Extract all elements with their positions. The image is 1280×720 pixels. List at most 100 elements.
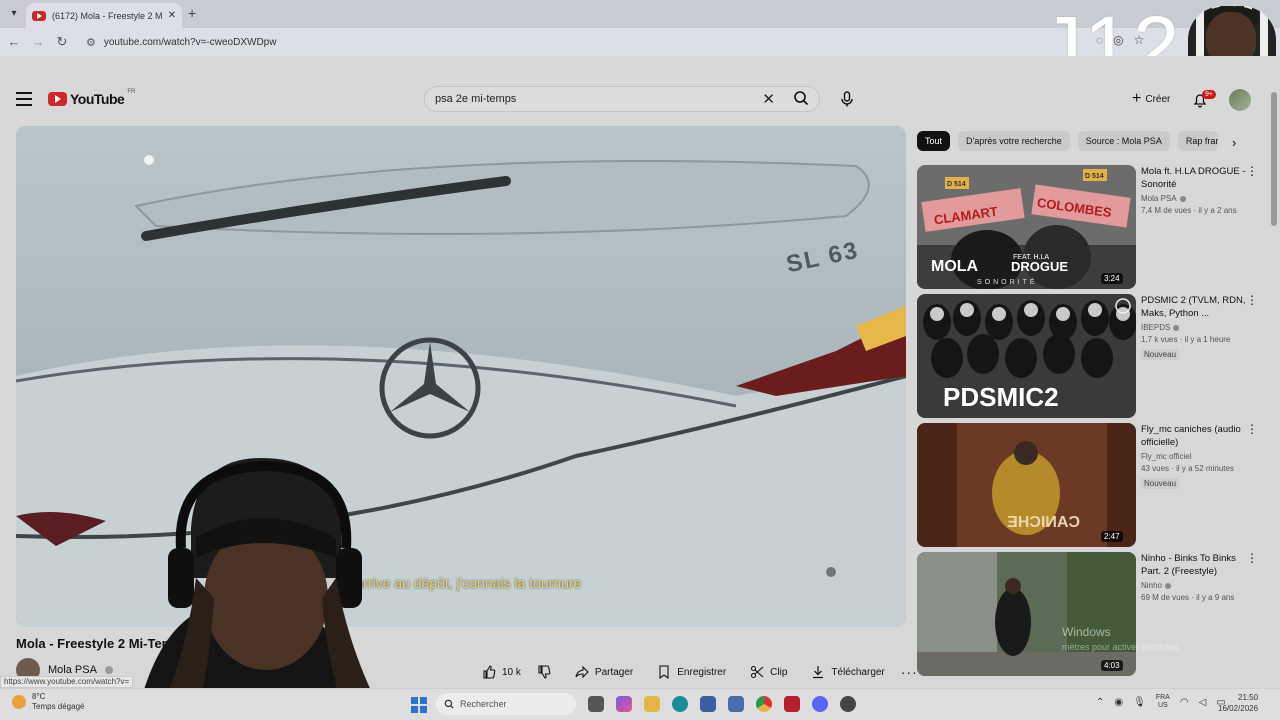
recommendation-title[interactable]: PDSMIC 2 (TVLM, RDN, Maks, Python ... (1141, 294, 1251, 320)
more-options-icon[interactable]: ⋮ (1246, 165, 1258, 177)
network-icon[interactable]: ◉ (1114, 697, 1123, 708)
microphone-icon[interactable] (838, 90, 856, 108)
recommendation-title[interactable]: Ninho - Binks To Binks Part. 2 (Freestyl… (1141, 552, 1251, 578)
app-icon[interactable] (840, 696, 856, 712)
windows-start-icon[interactable] (411, 697, 427, 713)
chrome-browser-icon[interactable] (756, 696, 772, 712)
recommendation-info: Fly_mc caniches (audio officielle) Fly_m… (1141, 423, 1251, 491)
plus-icon: + (1132, 90, 1142, 107)
microphone-tray-icon[interactable]: 🎙 (1133, 697, 1146, 708)
recommendation-meta: 69 M de vues · il y a 9 ans (1141, 593, 1235, 602)
url-text: youtube.com/watch?v=-cweoDXWDpw (103, 36, 277, 48)
download-label: Télécharger (831, 666, 885, 678)
windows-activation-watermark: Windows (1062, 625, 1111, 639)
save-label: Enregistrer (677, 666, 727, 678)
mail-icon[interactable] (728, 696, 744, 712)
recommendation-item[interactable]: CANICHE 2:47 Fly_mc caniches (audio offi… (917, 423, 1267, 547)
recommendation-item[interactable]: PDSMIC2 PDSMIC 2 (TVLM, RDN, Maks, Pytho… (917, 294, 1267, 418)
taskbar-clock[interactable]: 21:50 16/02/2026 (1218, 692, 1258, 714)
share-button[interactable]: Partager (567, 662, 641, 682)
forward-arrow-icon[interactable]: → (30, 34, 46, 49)
recommendation-channel[interactable]: IBEPDS (1141, 323, 1170, 332)
edge-browser-icon[interactable] (672, 696, 688, 712)
recommendation-info: Ninho - Binks To Binks Part. 2 (Freestyl… (1141, 552, 1251, 602)
reload-icon[interactable]: ↻ (54, 34, 70, 50)
store-icon[interactable] (700, 696, 716, 712)
copilot-icon[interactable] (616, 696, 632, 712)
search-icon[interactable] (793, 90, 809, 106)
recommendation-info: Mola ft. H.LA DROGUE - Sonorité Mola PSA… (1141, 165, 1251, 215)
video-thumbnail[interactable]: CANICHE (917, 423, 1136, 547)
site-info-icon[interactable]: ⚙ (86, 36, 96, 49)
more-options-icon[interactable]: ⋮ (1246, 552, 1258, 564)
search-icon (444, 699, 454, 709)
chip-source[interactable]: Source : Mola PSA (1077, 131, 1170, 151)
recommendation-channel-row: Ninho (1141, 581, 1251, 590)
thumb-text-d514-left: D 514 (947, 181, 966, 188)
search-input[interactable]: psa 2e mi-temps ✕ (424, 86, 820, 112)
wifi-icon[interactable]: ◠ (1180, 697, 1189, 708)
file-explorer-icon[interactable] (644, 696, 660, 712)
taskbar-search[interactable]: Rechercher (436, 693, 576, 715)
new-tab-plus-icon[interactable]: + (188, 5, 196, 21)
lang-primary: FRA (1155, 694, 1170, 701)
thumb-text-drogue: DROGUE (1011, 259, 1068, 274)
chip-all[interactable]: Tout (917, 131, 951, 151)
chip-rap[interactable]: Rap fran (1177, 131, 1218, 151)
recommendation-channel-row: IBEPDS (1141, 323, 1251, 332)
account-avatar[interactable] (1229, 89, 1251, 111)
chip-based-on-search[interactable]: D'après votre recherche (958, 131, 1070, 151)
chips-next-chevron-icon[interactable]: › (1232, 135, 1236, 150)
recommendation-item[interactable]: 4:03 Ninho - Binks To Binks Part. 2 (Fre… (917, 552, 1267, 676)
tab-close-icon[interactable]: ✕ (168, 10, 176, 21)
thumb-text-pdsmic: PDSMIC2 (943, 382, 1059, 412)
like-button[interactable]: 10 k (474, 662, 529, 682)
thumb-text-mola: MOLA (931, 258, 979, 275)
verified-icon (1164, 582, 1171, 589)
video-thumbnail[interactable] (917, 552, 1136, 676)
tray-chevron-icon[interactable]: ⌃ (1096, 697, 1104, 708)
back-arrow-icon[interactable]: ← (6, 34, 22, 49)
video-thumbnail[interactable]: CLAMART COLOMBES D 514 D 514 MOLA FEAT. … (917, 165, 1136, 289)
recommendation-channel[interactable]: Fly_mc officiel (1141, 452, 1192, 461)
new-badge: Nouveau (1141, 349, 1180, 360)
more-options-icon[interactable]: ⋮ (1246, 294, 1258, 306)
download-button[interactable]: Télécharger (803, 662, 892, 682)
tab-search-menu-icon[interactable]: ▾ (6, 6, 22, 22)
system-tray: ⌃ ◉ 🎙 FRA US ◠ ◁ ▭ (1096, 694, 1226, 710)
verified-icon (1173, 324, 1180, 331)
recommendation-item[interactable]: CLAMART COLOMBES D 514 D 514 MOLA FEAT. … (917, 165, 1267, 289)
hamburger-menu-icon[interactable] (16, 92, 32, 106)
recommendation-channel[interactable]: Mola PSA (1141, 194, 1177, 203)
recommendation-title[interactable]: Mola ft. H.LA DROGUE - Sonorité (1141, 165, 1251, 191)
adobe-icon[interactable] (784, 696, 800, 712)
youtube-logo[interactable]: YouTube FR (48, 89, 135, 107)
recommendation-title[interactable]: Fly_mc caniches (audio officielle) (1141, 423, 1251, 449)
youtube-play-logo-icon (48, 92, 67, 106)
weather-widget[interactable]: 8°C Temps dégagé (12, 692, 84, 712)
search-value: psa 2e mi-temps (435, 93, 517, 105)
url-field[interactable]: ⚙ youtube.com/watch?v=-cweoDXWDpw (86, 32, 276, 52)
video-thumbnail[interactable]: PDSMIC2 (917, 294, 1136, 418)
channel-name[interactable]: Mola PSA (48, 664, 97, 676)
volume-icon[interactable]: ◁ (1199, 697, 1207, 708)
more-options-icon[interactable]: ⋮ (1246, 423, 1258, 435)
more-actions-icon[interactable]: ··· (901, 664, 918, 680)
language-indicator[interactable]: FRA US (1156, 694, 1170, 710)
clip-button[interactable]: Clip (742, 662, 795, 682)
page-scrollbar[interactable] (1271, 92, 1277, 226)
weather-sun-icon (12, 695, 26, 709)
recommendation-channel[interactable]: Ninho (1141, 581, 1162, 590)
clear-search-icon[interactable]: ✕ (762, 90, 775, 108)
discord-icon[interactable] (812, 696, 828, 712)
create-label: Créer (1145, 93, 1171, 105)
recommendation-info: PDSMIC 2 (TVLM, RDN, Maks, Python ... IB… (1141, 294, 1251, 362)
create-button[interactable]: + Créer (1124, 87, 1178, 111)
dislike-button[interactable] (529, 662, 559, 682)
like-count: 10 k (502, 666, 521, 678)
save-button[interactable]: Enregistrer (649, 662, 734, 682)
lang-secondary: US (1157, 702, 1168, 709)
task-view-icon[interactable] (588, 696, 604, 712)
browser-tab[interactable]: (6172) Mola - Freestyle 2 Mi-Te ✕ (26, 3, 182, 28)
recommendation-meta: 43 vues · il y a 52 minutes (1141, 464, 1234, 473)
